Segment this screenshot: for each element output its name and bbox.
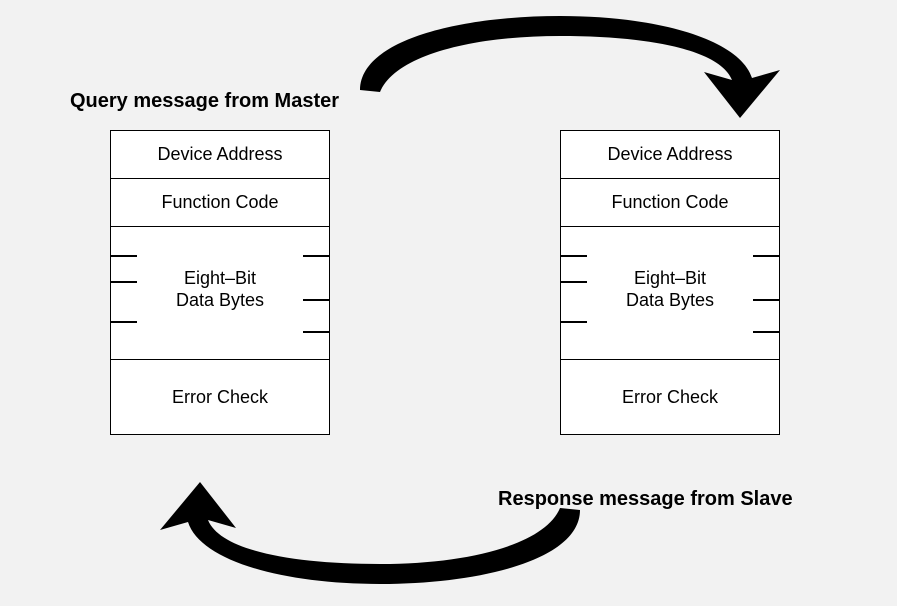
- slave-response-box: Device Address Function Code Eight–Bit D…: [560, 130, 780, 435]
- master-data-line1: Eight–Bit: [184, 268, 256, 288]
- master-data-line2: Data Bytes: [176, 290, 264, 310]
- master-query-box: Device Address Function Code Eight–Bit D…: [110, 130, 330, 435]
- slave-function-code: Function Code: [561, 179, 779, 227]
- master-data-bytes: Eight–Bit Data Bytes: [111, 227, 329, 360]
- slave-error-check: Error Check: [561, 360, 779, 434]
- master-error-check: Error Check: [111, 360, 329, 434]
- master-device-address: Device Address: [111, 131, 329, 179]
- master-function-code: Function Code: [111, 179, 329, 227]
- query-label: Query message from Master: [70, 90, 339, 113]
- arrow-query-to-response: [300, 0, 820, 120]
- slave-data-bytes: Eight–Bit Data Bytes: [561, 227, 779, 360]
- slave-data-line2: Data Bytes: [626, 290, 714, 310]
- slave-data-line1: Eight–Bit: [634, 268, 706, 288]
- slave-device-address: Device Address: [561, 131, 779, 179]
- response-label: Response message from Slave: [498, 488, 793, 511]
